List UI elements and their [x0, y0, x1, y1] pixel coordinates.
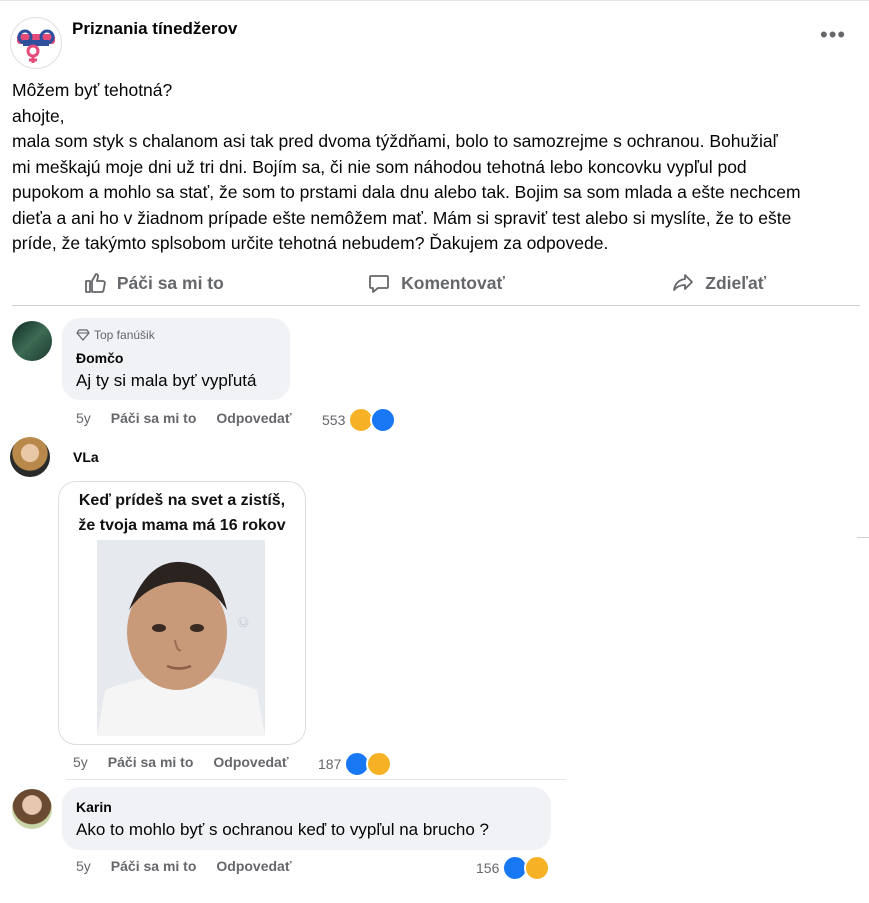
avatar[interactable]: [12, 321, 52, 361]
page-name[interactable]: Priznania tínedžerov: [72, 19, 237, 39]
like-reaction-icon: [370, 407, 397, 433]
like-icon: [84, 273, 106, 293]
divider: [12, 305, 860, 306]
comment-meta: 5y Páči sa mi to Odpovedať: [73, 754, 289, 770]
avatar[interactable]: [10, 437, 50, 477]
meme-caption: Keď prídeš na svet a zistíš, že tvoja ma…: [78, 492, 286, 534]
divider: [66, 779, 566, 780]
comment-reply-button[interactable]: Odpovedať: [213, 754, 288, 770]
comment-text: Aj ty si mala byť vypľutá: [76, 371, 257, 390]
badge-label: Top fanúšik: [94, 328, 155, 342]
share-label: Zdieľať: [705, 272, 767, 293]
comment-bubble: Top fanúšik Đomčo Aj ty si mala byť vypľ…: [62, 318, 290, 400]
post-action-bar: Páči sa mi to Komentovať Zdieľať: [12, 262, 860, 304]
comment-age[interactable]: 5y: [76, 858, 91, 874]
more-icon[interactable]: •••: [820, 24, 846, 46]
comment-bubble: Karin Ako to mohlo byť s ochranou keď to…: [62, 787, 551, 850]
share-icon: [673, 274, 694, 291]
avatar[interactable]: [12, 789, 52, 829]
comment-meta: 5y Páči sa mi to Odpovedať: [76, 410, 292, 426]
comment-meta: 5y Páči sa mi to Odpovedať: [76, 858, 292, 874]
reaction-count: 156: [476, 860, 500, 876]
comment-button[interactable]: Komentovať: [295, 262, 578, 304]
post-line: pupokom a mohlo sa stať, že som to prsta…: [12, 182, 801, 202]
reaction-icons: [502, 855, 551, 881]
page-avatar[interactable]: [10, 17, 62, 69]
comment-text: Ako to mohlo byť s ochranou keď to vypľu…: [76, 820, 490, 839]
comment-like-button[interactable]: Páči sa mi to: [111, 858, 197, 874]
comment-author[interactable]: VLa: [73, 449, 99, 465]
post-line: ahojte,: [12, 105, 65, 126]
comment-author[interactable]: Karin: [76, 799, 112, 815]
comment-reactions[interactable]: 553: [322, 407, 397, 433]
top-fan-badge: Top fanúšik: [76, 328, 155, 342]
comment-age[interactable]: 5y: [76, 410, 91, 426]
reaction-count: 553: [322, 412, 346, 428]
comment-reactions[interactable]: 156: [476, 855, 551, 881]
top-border: [0, 0, 869, 1]
comment-author[interactable]: Đomčo: [76, 350, 123, 366]
haha-reaction-icon: [524, 855, 551, 881]
like-button[interactable]: Páči sa mi to: [12, 262, 295, 304]
reaction-icons: [344, 751, 393, 777]
post-line: Môžem byť tehotná?: [12, 80, 173, 100]
comment-reply-button[interactable]: Odpovedať: [216, 858, 291, 874]
comment-like-button[interactable]: Páči sa mi to: [108, 754, 194, 770]
svg-text:©: ©: [235, 614, 253, 631]
comment-label: Komentovať: [401, 272, 505, 293]
comment-reply-button[interactable]: Odpovedať: [216, 410, 291, 426]
reaction-icons: [348, 407, 397, 433]
haha-reaction-icon: [366, 751, 393, 777]
post-text: Môžem byť tehotná? ahojte, mala som styk…: [12, 78, 857, 257]
like-label: Páči sa mi to: [116, 272, 224, 293]
post-line: mi meškajú moje dni už tri dni. Bojím sa…: [12, 156, 747, 177]
comment-image[interactable]: Keď prídeš na svet a zistíš, že tvoja ma…: [58, 481, 306, 745]
post-line: príde, že takýmto splsobom určite tehotn…: [12, 233, 609, 253]
post-line: mala som styk s chalanom asi tak pred dv…: [12, 131, 778, 151]
comment-reactions[interactable]: 187: [318, 751, 393, 777]
diamond-icon: [76, 329, 90, 341]
comment-age[interactable]: 5y: [73, 754, 88, 770]
comment-icon: [369, 275, 390, 293]
divider: [857, 537, 869, 538]
reaction-count: 187: [318, 756, 342, 772]
share-button[interactable]: Zdieľať: [577, 262, 860, 304]
comment-like-button[interactable]: Páči sa mi to: [111, 410, 197, 426]
baby-photo: ©: [97, 540, 265, 736]
post-line: dieťa a ani ho v žiadnom prípade ešte ne…: [12, 207, 792, 228]
